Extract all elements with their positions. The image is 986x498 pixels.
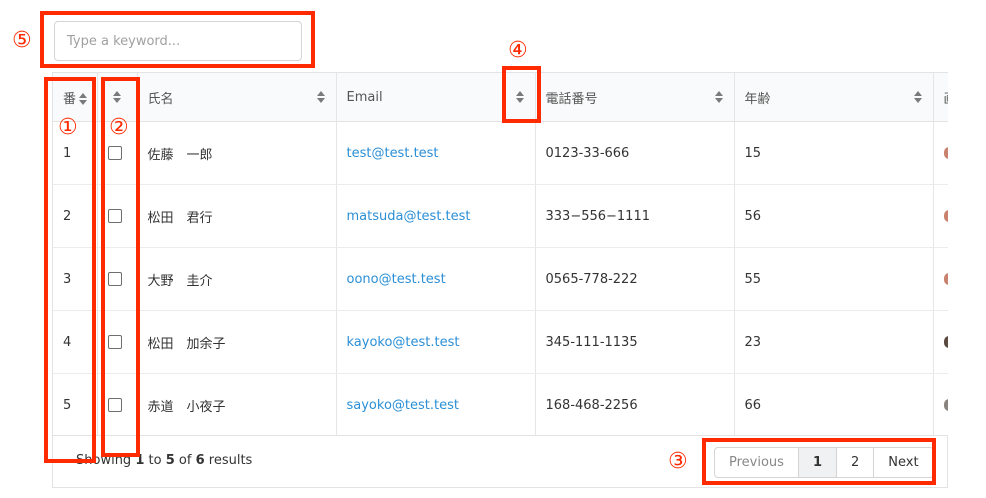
results-to: 5 — [165, 453, 175, 468]
table-row: 2 松田 君行 matsuda@test.test 333−556−1111 5… — [53, 184, 948, 248]
cell-name: 松田 加余子 — [137, 310, 337, 374]
annotation-number-1: ① — [58, 115, 78, 140]
annotation-number-2: ② — [109, 115, 129, 140]
column-header-label: Email — [346, 89, 383, 105]
results-of-word: of — [178, 453, 192, 468]
cell-phone: 345-111-1135 — [535, 310, 735, 374]
table-row: 3 大野 圭介 oono@test.test 0565-778-222 55 — [53, 247, 948, 311]
column-header-label: 電話番号 — [545, 91, 598, 107]
email-link[interactable]: kayoko@test.test — [347, 335, 460, 350]
data-table: 番 氏名 Email 電話番号 年齢 1 佐藤 一郎 test@test.tes… — [52, 72, 948, 436]
sort-icon[interactable] — [714, 90, 724, 104]
email-link[interactable]: test@test.test — [347, 146, 439, 161]
email-link[interactable]: oono@test.test — [347, 272, 446, 287]
cell-age: 55 — [734, 247, 934, 311]
avatar — [943, 273, 948, 285]
cell-email: test@test.test — [336, 121, 536, 185]
table-row: 1 佐藤 一郎 test@test.test 0123-33-666 15 — [53, 121, 948, 185]
results-to-word: to — [148, 453, 162, 468]
cell-image — [933, 184, 948, 248]
cell-age: 56 — [734, 184, 934, 248]
cell-email: oono@test.test — [336, 247, 536, 311]
cell-email: kayoko@test.test — [336, 310, 536, 374]
column-header-image[interactable]: 画 — [933, 73, 948, 122]
email-link[interactable]: sayoko@test.test — [347, 398, 459, 413]
cell-age: 15 — [734, 121, 934, 185]
table-header-row: 番 氏名 Email 電話番号 年齢 — [53, 73, 948, 122]
column-header-name[interactable]: 氏名 — [137, 73, 337, 122]
cell-name: 大野 圭介 — [137, 247, 337, 311]
column-header-label: 画 — [944, 92, 949, 107]
avatar — [943, 147, 948, 159]
cell-phone: 0565-778-222 — [535, 247, 735, 311]
results-total: 6 — [195, 453, 205, 468]
cell-phone: 333−556−1111 — [535, 184, 735, 248]
cell-age: 66 — [734, 373, 934, 435]
column-header-phone[interactable]: 電話番号 — [535, 73, 735, 122]
email-link[interactable]: matsuda@test.test — [347, 209, 471, 224]
cell-email: sayoko@test.test — [336, 373, 536, 435]
cell-phone: 0123-33-666 — [535, 121, 735, 185]
avatar — [943, 399, 948, 411]
sort-icon[interactable] — [316, 90, 326, 104]
table-row: 5 赤道 小夜子 sayoko@test.test 168-468-2256 6… — [53, 373, 948, 435]
annotation-box-pagination — [702, 438, 936, 485]
results-suffix: results — [208, 453, 253, 468]
avatar — [943, 336, 948, 348]
avatar — [943, 210, 948, 222]
cell-email: matsuda@test.test — [336, 184, 536, 248]
annotation-box-search — [40, 11, 315, 68]
cell-name: 佐藤 一郎 — [137, 121, 337, 185]
annotation-box-sort-icon — [502, 66, 541, 123]
annotation-number-4: ④ — [508, 38, 528, 63]
table-row: 4 松田 加余子 kayoko@test.test 345-111-1135 2… — [53, 310, 948, 374]
sort-icon[interactable] — [913, 90, 923, 104]
cell-name: 松田 君行 — [137, 184, 337, 248]
column-header-label: 年齢 — [744, 91, 771, 107]
cell-image — [933, 310, 948, 374]
column-header-age[interactable]: 年齢 — [734, 73, 934, 122]
cell-phone: 168-468-2256 — [535, 373, 735, 435]
cell-name: 赤道 小夜子 — [137, 373, 337, 435]
annotation-number-5: ⑤ — [12, 28, 32, 53]
cell-image — [933, 373, 948, 435]
cell-age: 23 — [734, 310, 934, 374]
cell-image — [933, 247, 948, 311]
annotation-number-3: ③ — [668, 449, 688, 474]
column-header-label: 氏名 — [147, 91, 174, 107]
cell-image — [933, 121, 948, 185]
